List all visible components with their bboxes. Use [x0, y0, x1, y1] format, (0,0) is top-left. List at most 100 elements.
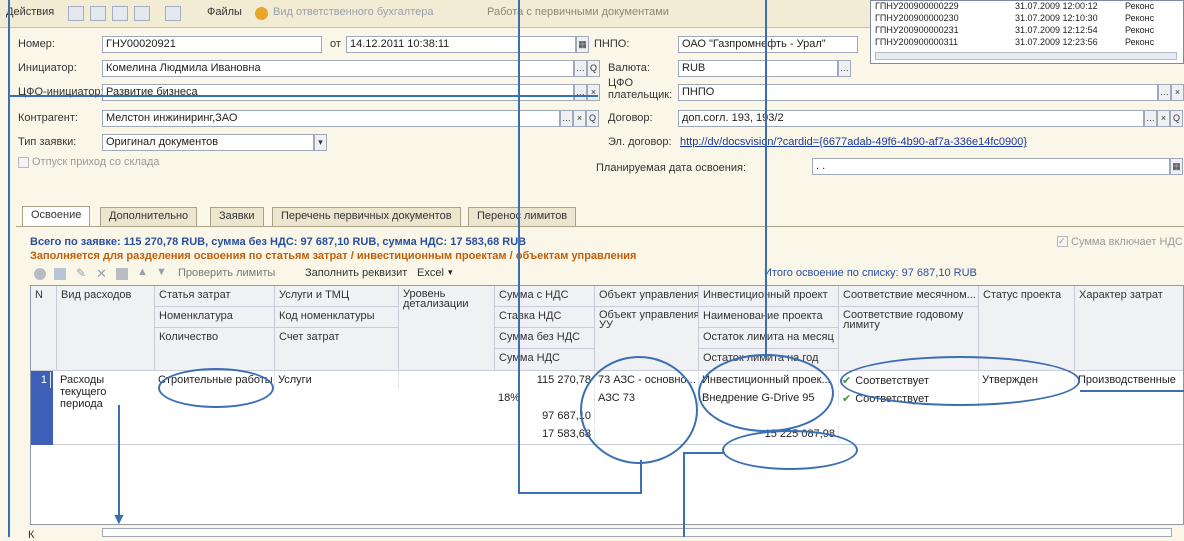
row-sum-vat-only[interactable]: 17 583,68 [495, 426, 595, 442]
annotation-line [765, 0, 767, 360]
select-button[interactable]: … [838, 60, 851, 77]
select-button[interactable]: … [1158, 84, 1171, 101]
col-sum-vat-only[interactable]: Сумма НДС [495, 349, 595, 371]
row-expense[interactable]: периода [57, 396, 155, 410]
col-sum-vat[interactable]: Сумма с НДС [495, 286, 595, 307]
row-cost-nature[interactable]: Производственные [1075, 372, 1183, 388]
col-detail-level[interactable]: Уровень детализации [399, 286, 495, 371]
actions-menu[interactable]: Действия [6, 6, 54, 22]
edit-icon[interactable]: ✎ [76, 266, 86, 280]
row-sum-vat[interactable]: 115 270,78 [495, 372, 595, 388]
col-cost-account[interactable]: Счет затрат [275, 328, 399, 371]
search-icon[interactable]: Q [586, 110, 599, 127]
total-list-label: Итого освоение по списку: 97 687,10 RUB [764, 267, 977, 279]
tab-additional[interactable]: Дополнительно [100, 207, 198, 226]
list-item[interactable]: ГПНУ200900000231 31.07.2009 12:12:54 Рекон… [875, 25, 1154, 37]
col-sum-no-vat[interactable]: Сумма без НДС [495, 328, 595, 349]
calendar-icon[interactable]: ▦ [576, 36, 589, 53]
document-list-popup: ГПНУ200900000229 31.07.2009 12:00:12 Рекон… [870, 0, 1184, 64]
horizontal-scrollbar[interactable] [875, 52, 1177, 60]
help-icon[interactable] [255, 7, 268, 20]
tab-requests[interactable]: Заявки [210, 207, 264, 226]
cfo-payer-field[interactable]: ПНПО [678, 84, 1158, 101]
clear-icon[interactable]: × [587, 84, 600, 101]
move-up-icon[interactable]: ▲ [137, 266, 148, 278]
search-icon[interactable]: Q [587, 60, 600, 77]
save-icon[interactable] [68, 6, 84, 21]
mode-primary-docs[interactable]: Работа с первичными документами [487, 6, 669, 22]
contract-label: Договор: [608, 112, 653, 124]
col-cost-item[interactable]: Статья затрат [155, 286, 275, 307]
plan-date-field[interactable]: . . [812, 158, 1170, 175]
col-nom-code[interactable]: Код номенклатуры [275, 307, 399, 328]
cfo-payer-label: плательщик: [608, 89, 673, 101]
list-item[interactable]: ГПНУ200900000230 31.07.2009 12:10:30 Рекон… [875, 13, 1154, 25]
move-down-icon[interactable]: ▼ [156, 266, 167, 278]
col-services[interactable]: Услуги и ТМЦ [275, 286, 399, 307]
row-services[interactable]: Услуги [275, 372, 399, 388]
contractor-field[interactable]: Мелстон инжиниринг,ЗАО [102, 110, 560, 127]
chevron-down-icon[interactable]: ▾ [314, 134, 327, 151]
col-vat-rate[interactable]: Ставка НДС [495, 307, 595, 328]
pnpo-field[interactable]: ОАО "Газпромнефть - Урал" [678, 36, 858, 53]
cfo-field[interactable]: Развитие бизнеса [102, 84, 574, 101]
delete-icon[interactable]: ✕ [96, 266, 107, 282]
col-n[interactable]: N [31, 286, 57, 371]
tab-primary-docs[interactable]: Перечень первичных документов [272, 207, 461, 226]
list-item[interactable]: ГПНУ200900000311 31.07.2009 12:23:56 Рекон… [875, 37, 1154, 49]
col-quantity[interactable]: Количество [155, 328, 275, 371]
contract-field[interactable]: доп.согл. 193, 193/2 [678, 110, 1144, 127]
check-icon: ✔ [842, 393, 852, 405]
col-expense[interactable]: Вид расходов [57, 286, 155, 371]
save-icon[interactable] [116, 268, 128, 280]
chevron-down-icon[interactable]: ▾ [448, 267, 453, 278]
check-limits-button[interactable]: Проверить лимиты [178, 267, 275, 279]
annotation-line [8, 95, 598, 97]
copy-icon[interactable] [54, 268, 66, 280]
clear-icon[interactable]: × [573, 110, 586, 127]
calendar-icon[interactable]: ▦ [1170, 158, 1183, 175]
col-match-month[interactable]: Соответствие месячном... [839, 286, 979, 307]
comment-label: К [28, 529, 35, 541]
summary-total: Всего по заявке: 115 270,78 RUB, сумма б… [30, 236, 527, 248]
mode-accountant[interactable]: Вид ответственного бухгалтера [273, 6, 433, 22]
comment-field[interactable] [102, 528, 1172, 537]
col-cost-nature[interactable]: Характер затрат [1075, 286, 1183, 371]
date-field[interactable]: 14.12.2011 10:38:11 [346, 36, 576, 53]
initiator-field[interactable]: Комелина Людмила Ивановна [102, 60, 574, 77]
fill-requisite-button[interactable]: Заполнить реквизит [305, 267, 407, 279]
econtract-link[interactable]: http://dv/docsvision/?cardid={6677adab-4… [680, 136, 1027, 148]
print-icon[interactable] [90, 6, 106, 21]
warehouse-label: Отпуск приход со склада [32, 156, 160, 168]
annotation-line [518, 492, 642, 494]
search-icon[interactable]: Q [1170, 110, 1183, 127]
clear-icon[interactable]: × [1171, 84, 1184, 101]
copy-icon[interactable] [112, 6, 128, 21]
select-button[interactable]: … [1144, 110, 1157, 127]
col-inv-project[interactable]: Инвестиционный проект [699, 286, 839, 307]
select-button[interactable]: … [574, 84, 587, 101]
excel-menu[interactable]: Excel [417, 267, 444, 279]
type-select[interactable]: Оригинал документов [102, 134, 314, 151]
date-label: от [330, 38, 341, 50]
col-nomenclature[interactable]: Номенклатура [155, 307, 275, 328]
col-limit-month[interactable]: Остаток лимита на месяц [699, 328, 839, 349]
currency-label: Валюта: [608, 62, 650, 74]
col-project-name[interactable]: Наименование проекта [699, 307, 839, 328]
select-button[interactable]: … [560, 110, 573, 127]
select-button[interactable]: … [574, 60, 587, 77]
post-icon[interactable] [165, 6, 181, 21]
number-field[interactable]: ГНУ00020921 [102, 36, 322, 53]
tab-limit-transfer[interactable]: Перенос лимитов [468, 207, 577, 226]
toolbar: Действия Файлы Вид ответственного бухгал… [0, 0, 870, 28]
list-item[interactable]: ГПНУ200900000229 31.07.2009 12:00:12 Рекон… [875, 1, 1154, 13]
tab-osvoenie[interactable]: Освоение [22, 206, 91, 227]
clear-icon[interactable]: × [1157, 110, 1170, 127]
col-object[interactable]: Объект управления [595, 286, 699, 307]
currency-field[interactable]: RUB [678, 60, 838, 77]
warehouse-checkbox[interactable] [18, 157, 29, 168]
vat-checkbox[interactable]: ✓ [1057, 236, 1068, 247]
add-icon[interactable] [34, 268, 46, 280]
check-icon[interactable] [134, 6, 150, 21]
files-button[interactable]: Файлы [207, 6, 242, 22]
